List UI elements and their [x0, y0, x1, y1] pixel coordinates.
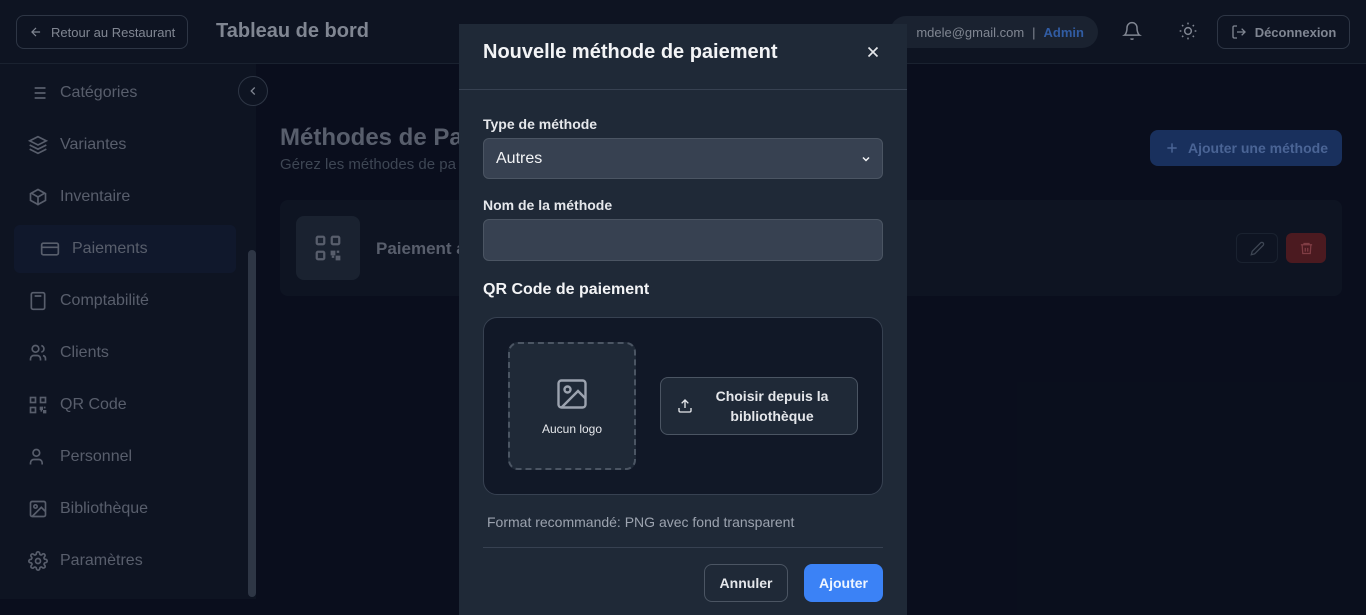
method-name-label: Nom de la méthode	[483, 197, 613, 213]
qr-upload-panel: Aucun logo Choisir depuis la bibliothèqu…	[483, 317, 883, 495]
method-type-label: Type de méthode	[483, 116, 598, 132]
method-type-select[interactable]: Autres	[483, 138, 883, 179]
image-icon	[557, 379, 587, 409]
qr-section-label: QR Code de paiement	[483, 281, 650, 298]
close-modal-button[interactable]	[861, 40, 885, 64]
modal-header: Nouvelle méthode de paiement	[459, 24, 907, 90]
chevron-down-icon	[862, 156, 870, 162]
close-icon	[867, 46, 879, 58]
library-button-label: Choisir depuis la bibliothèque	[715, 388, 829, 424]
upload-icon	[678, 399, 692, 413]
format-hint: Format recommandé: PNG avec fond transpa…	[487, 514, 795, 530]
modal-title: Nouvelle méthode de paiement	[483, 41, 778, 63]
logo-dropzone[interactable]: Aucun logo	[508, 342, 636, 470]
add-button[interactable]: Ajouter	[804, 564, 883, 602]
choose-from-library-button[interactable]: Choisir depuis la bibliothèque	[660, 377, 858, 435]
method-type-value: Autres	[496, 149, 543, 167]
footer-divider	[483, 547, 883, 548]
no-logo-caption: Aucun logo	[541, 422, 603, 436]
cancel-button[interactable]: Annuler	[704, 564, 788, 602]
method-name-input[interactable]	[483, 219, 883, 261]
new-payment-method-modal: Nouvelle méthode de paiement Type de mét…	[459, 24, 907, 615]
